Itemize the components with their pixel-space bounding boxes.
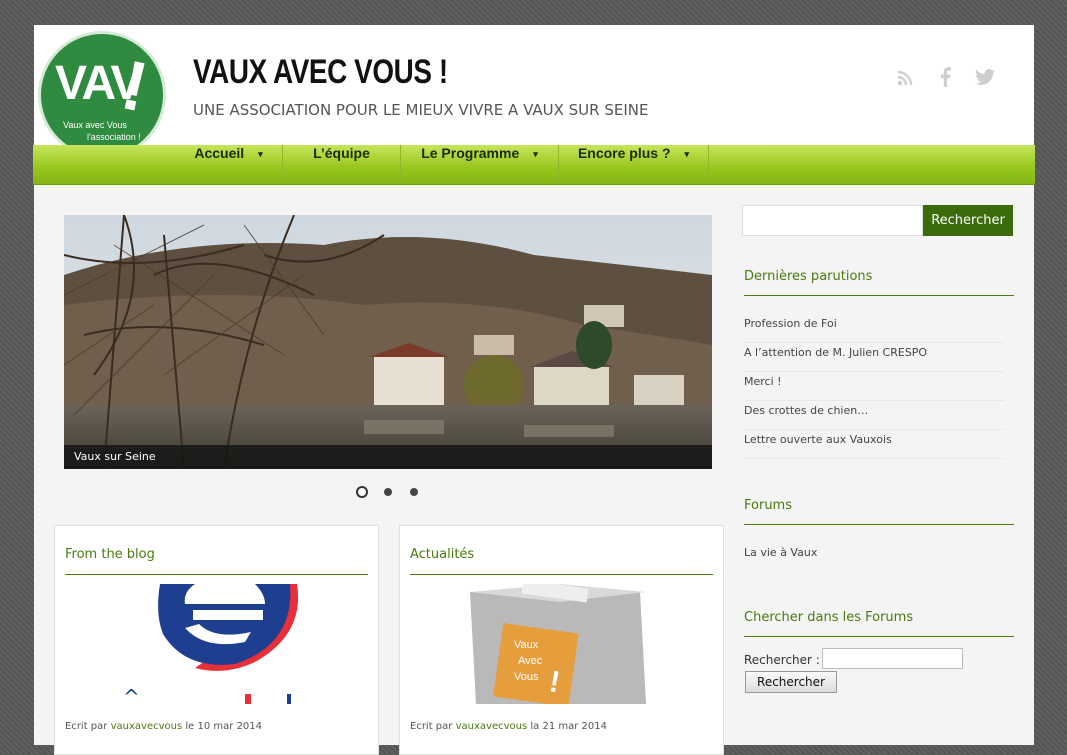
chevron-down-icon: ▾ — [684, 149, 690, 159]
svg-text:^: ^ — [123, 685, 140, 704]
slide-dot[interactable] — [410, 488, 418, 496]
search-button[interactable]: Rechercher — [923, 205, 1013, 236]
post-meta: Ecrit par vauxavecvous la 21 mar 2014 — [410, 721, 607, 732]
meta-prefix: Ecrit par — [65, 721, 108, 732]
image-slider[interactable]: Vaux sur Seine — [64, 215, 712, 469]
recent-post-link[interactable]: Merci ! — [744, 373, 1004, 401]
nav-item-accueil[interactable]: Accueil ▾ — [175, 145, 283, 184]
nav-label: Le Programme — [421, 145, 520, 161]
card-title[interactable]: Actualités — [410, 547, 474, 562]
site-logo[interactable]: VAV ! Vaux avec Vous l'association ! — [38, 31, 166, 159]
card-title[interactable]: From the blog — [65, 547, 155, 562]
recent-post-link[interactable]: Lettre ouverte aux Vauxois — [744, 431, 1004, 459]
ballot-text-1: Vaux — [514, 639, 539, 651]
nav-label: Accueil — [194, 145, 245, 161]
slide-photo — [64, 215, 712, 469]
recent-post-link[interactable]: A l’attention de M. Julien CRESPO — [744, 344, 1004, 372]
page: VAV ! Vaux avec Vous l'association ! VAU… — [33, 25, 1035, 755]
ballot-box-thumbnail[interactable]: Vaux Avec Vous ! — [410, 584, 713, 704]
logo-subtext-1: Vaux avec Vous — [63, 120, 127, 130]
post-meta: Ecrit par vauxavecvous le 10 mar 2014 — [65, 721, 262, 732]
card-blog: From the blog ^ Ecrit par vauxavecvous l… — [54, 525, 379, 755]
nav-item-programme[interactable]: Le Programme ▾ — [401, 145, 559, 184]
ballot-text-3: Vous — [514, 671, 539, 683]
forum-search-label: Rechercher : — [744, 653, 820, 667]
logo-subtext-2: l'association ! — [87, 132, 141, 142]
card-actualites: Actualités Vaux Avec Vous ! Ecrit par va… — [399, 525, 724, 755]
nav-label: Encore plus ? — [577, 145, 671, 161]
divider — [744, 636, 1014, 637]
rss-icon[interactable] — [896, 69, 914, 92]
site-tagline: UNE ASSOCIATION POUR LE MIEUX VIVRE A VA… — [193, 101, 649, 119]
twitter-icon[interactable] — [975, 69, 995, 90]
slide-caption: Vaux sur Seine — [64, 445, 712, 469]
author-link[interactable]: vauxavecvous — [456, 721, 528, 732]
slide-dot[interactable] — [384, 488, 392, 496]
recent-post-link[interactable]: Des crottes de chien… — [744, 402, 1004, 430]
widget-title-recent: Dernières parutions — [744, 269, 873, 284]
nav-item-encore-plus[interactable]: Encore plus ? ▾ — [559, 145, 709, 184]
forum-search-input[interactable] — [822, 648, 963, 669]
search-input[interactable] — [742, 205, 923, 236]
meta-prefix: Ecrit par — [410, 721, 453, 732]
forum-link[interactable]: La vie à Vaux — [744, 544, 1004, 572]
site-header: VAV ! Vaux avec Vous l'association ! VAU… — [34, 25, 1034, 159]
chevron-down-icon: ▾ — [258, 149, 263, 159]
author-link[interactable]: vauxavecvous — [111, 721, 183, 732]
post-date: 10 mar 2014 — [197, 721, 263, 732]
widget-title-forum-search: Chercher dans les Forums — [744, 610, 914, 625]
facebook-icon[interactable] — [939, 67, 951, 92]
blog-thumbnail[interactable]: ^ — [65, 584, 368, 704]
divider — [410, 574, 713, 575]
nav-item-equipe[interactable]: L’équipe — [283, 145, 401, 184]
post-date: 21 mar 2014 — [542, 721, 607, 732]
site-title[interactable]: VAUX AVEC VOUS ! — [193, 53, 448, 92]
forum-search-button[interactable]: Rechercher — [745, 671, 837, 693]
recent-post-link[interactable]: Profession de Foi — [744, 315, 1004, 343]
chevron-down-icon: ▾ — [533, 149, 538, 159]
divider — [744, 295, 1014, 296]
nav-label: L’équipe — [313, 145, 370, 161]
divider — [65, 574, 368, 575]
ballot-text-2: Avec — [518, 655, 543, 667]
slide-dot[interactable] — [356, 486, 368, 498]
widget-title-forums: Forums — [744, 498, 792, 513]
meta-mid: la — [530, 721, 540, 732]
divider — [744, 524, 1014, 525]
main-nav: Accueil ▾ L’équipe Le Programme ▾ Encore p… — [33, 145, 1035, 185]
meta-mid: le — [185, 721, 195, 732]
